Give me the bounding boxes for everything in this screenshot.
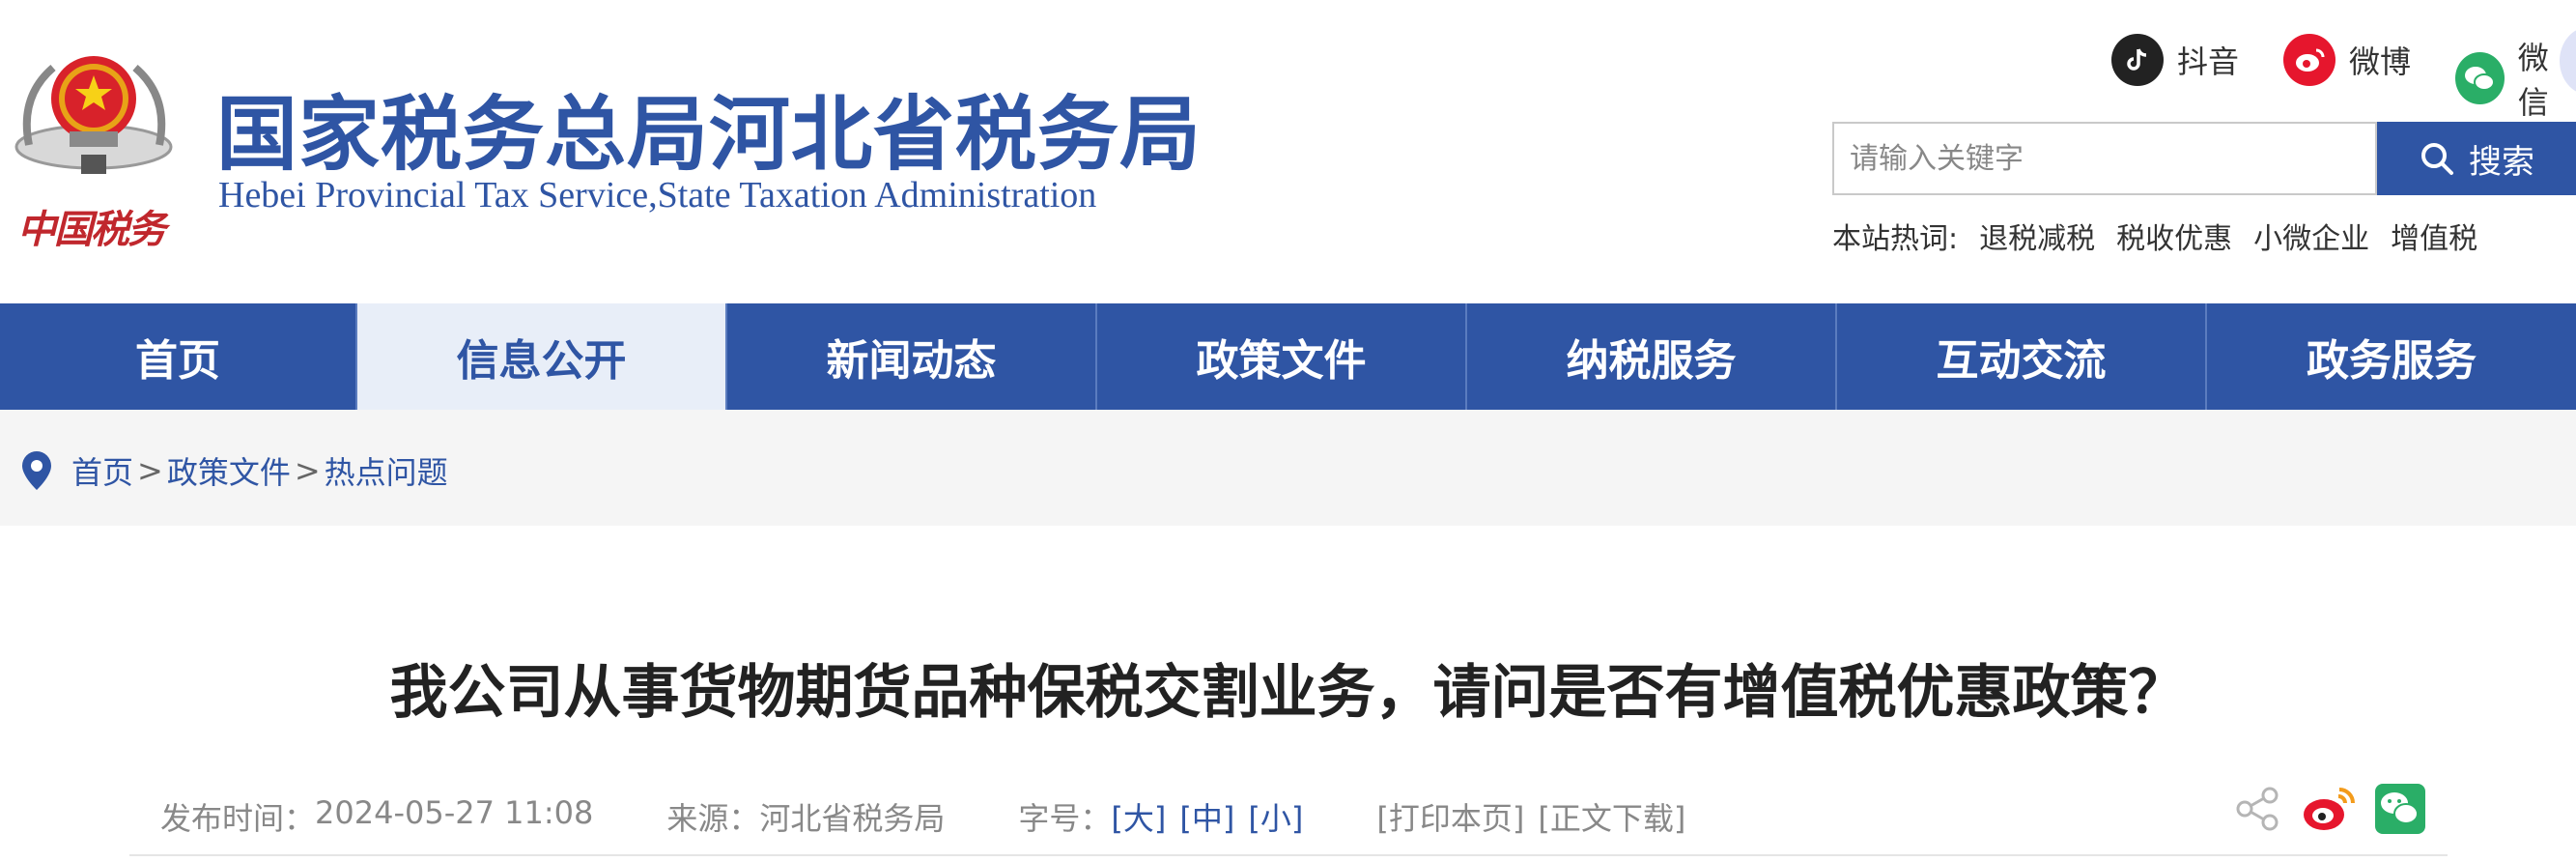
wechat-icon	[2455, 52, 2505, 104]
search-icon	[2421, 143, 2453, 175]
nav-item-tax-service[interactable]: 纳税服务	[1467, 303, 1837, 410]
weibo-icon	[2283, 34, 2335, 86]
breadcrumb-hot-topics[interactable]: 热点问题	[325, 448, 448, 493]
nav-item-interaction[interactable]: 互动交流	[1837, 303, 2207, 410]
hotword-link[interactable]: 小微企业	[2253, 215, 2369, 257]
tiktok-icon	[2111, 34, 2164, 86]
social-tiktok-label: 抖音	[2177, 43, 2240, 80]
hotword-link[interactable]: 税收优惠	[2116, 215, 2232, 257]
source-value: 河北省税务局	[759, 800, 946, 837]
social-weibo-link[interactable]: 微博	[2283, 34, 2411, 86]
nav-item-info-disclosure[interactable]: 信息公开	[357, 303, 727, 410]
font-size-label: 字号：	[1018, 800, 1112, 837]
main-nav: 首页 信息公开 新闻动态 政策文件 纳税服务 互动交流 政务服务	[0, 303, 2576, 410]
national-emblem-icon	[14, 56, 173, 174]
nav-item-news[interactable]: 新闻动态	[727, 303, 1097, 410]
site-subtitle: Hebei Provincial Tax Service,State Taxat…	[218, 175, 1097, 216]
search-input[interactable]	[1834, 124, 2375, 193]
breadcrumb-policy-documents[interactable]: 政策文件	[167, 448, 291, 493]
share-icon[interactable]	[2233, 784, 2283, 834]
social-tiktok-link[interactable]: 抖音	[2111, 34, 2239, 86]
source-label: 来源：	[666, 800, 760, 837]
article-title: 我公司从事货物期货品种保税交割业务，请问是否有增值税优惠政策？	[389, 659, 2187, 727]
meta-divider	[129, 854, 2448, 856]
breadcrumb-bar: 首页 > 政策文件 > 热点问题	[0, 410, 2576, 526]
hotword-link[interactable]: 增值税	[2391, 215, 2477, 257]
search-button[interactable]: 搜索	[2377, 122, 2576, 195]
nav-item-policy-documents[interactable]: 政策文件	[1097, 303, 1467, 410]
publish-time-label: 发布时间：	[160, 800, 316, 837]
font-size-small-link[interactable]: [小]	[1248, 794, 1303, 839]
brand-script-logo: 中国税务	[17, 207, 166, 252]
search-box	[1832, 122, 2377, 195]
share-wechat-icon[interactable]	[2374, 783, 2426, 835]
hotwords: 本站热词: 退税减税 税收优惠 小微企业 增值税	[1832, 215, 2477, 257]
print-page-link[interactable]: [打印本页]	[1376, 794, 1524, 839]
breadcrumb-separator: >	[137, 452, 163, 489]
social-weibo-label: 微博	[2349, 43, 2412, 80]
breadcrumb: 首页 > 政策文件 > 热点问题	[19, 448, 448, 493]
breadcrumb-home[interactable]: 首页	[71, 448, 133, 493]
publish-time: 2024-05-27 11:08	[315, 794, 594, 831]
font-size-large-link[interactable]: [大]	[1111, 794, 1166, 839]
article-meta: 发布时间： 2024-05-27 11:08 来源： 河北省税务局 字号： [大…	[160, 794, 1685, 839]
site-header: 中国税务 国家税务总局河北省税务局 Hebei Provincial Tax S…	[0, 0, 2576, 303]
site-title[interactable]: 国家税务总局河北省税务局	[216, 70, 1202, 187]
social-wechat-link[interactable]: 微信	[2455, 34, 2576, 123]
hotwords-label: 本站热词:	[1832, 222, 1959, 256]
download-text-link[interactable]: [正文下载]	[1538, 794, 1685, 839]
hotword-link[interactable]: 退税减税	[1979, 215, 2095, 257]
nav-item-home[interactable]: 首页	[0, 303, 357, 410]
share-bar	[2233, 783, 2426, 835]
font-size-medium-link[interactable]: [中]	[1179, 794, 1234, 839]
location-pin-icon	[22, 451, 51, 490]
share-weibo-icon[interactable]	[2301, 784, 2357, 834]
breadcrumb-separator: >	[294, 452, 321, 489]
nav-item-government-service[interactable]: 政务服务	[2207, 303, 2576, 410]
search-button-label: 搜索	[2469, 142, 2534, 182]
